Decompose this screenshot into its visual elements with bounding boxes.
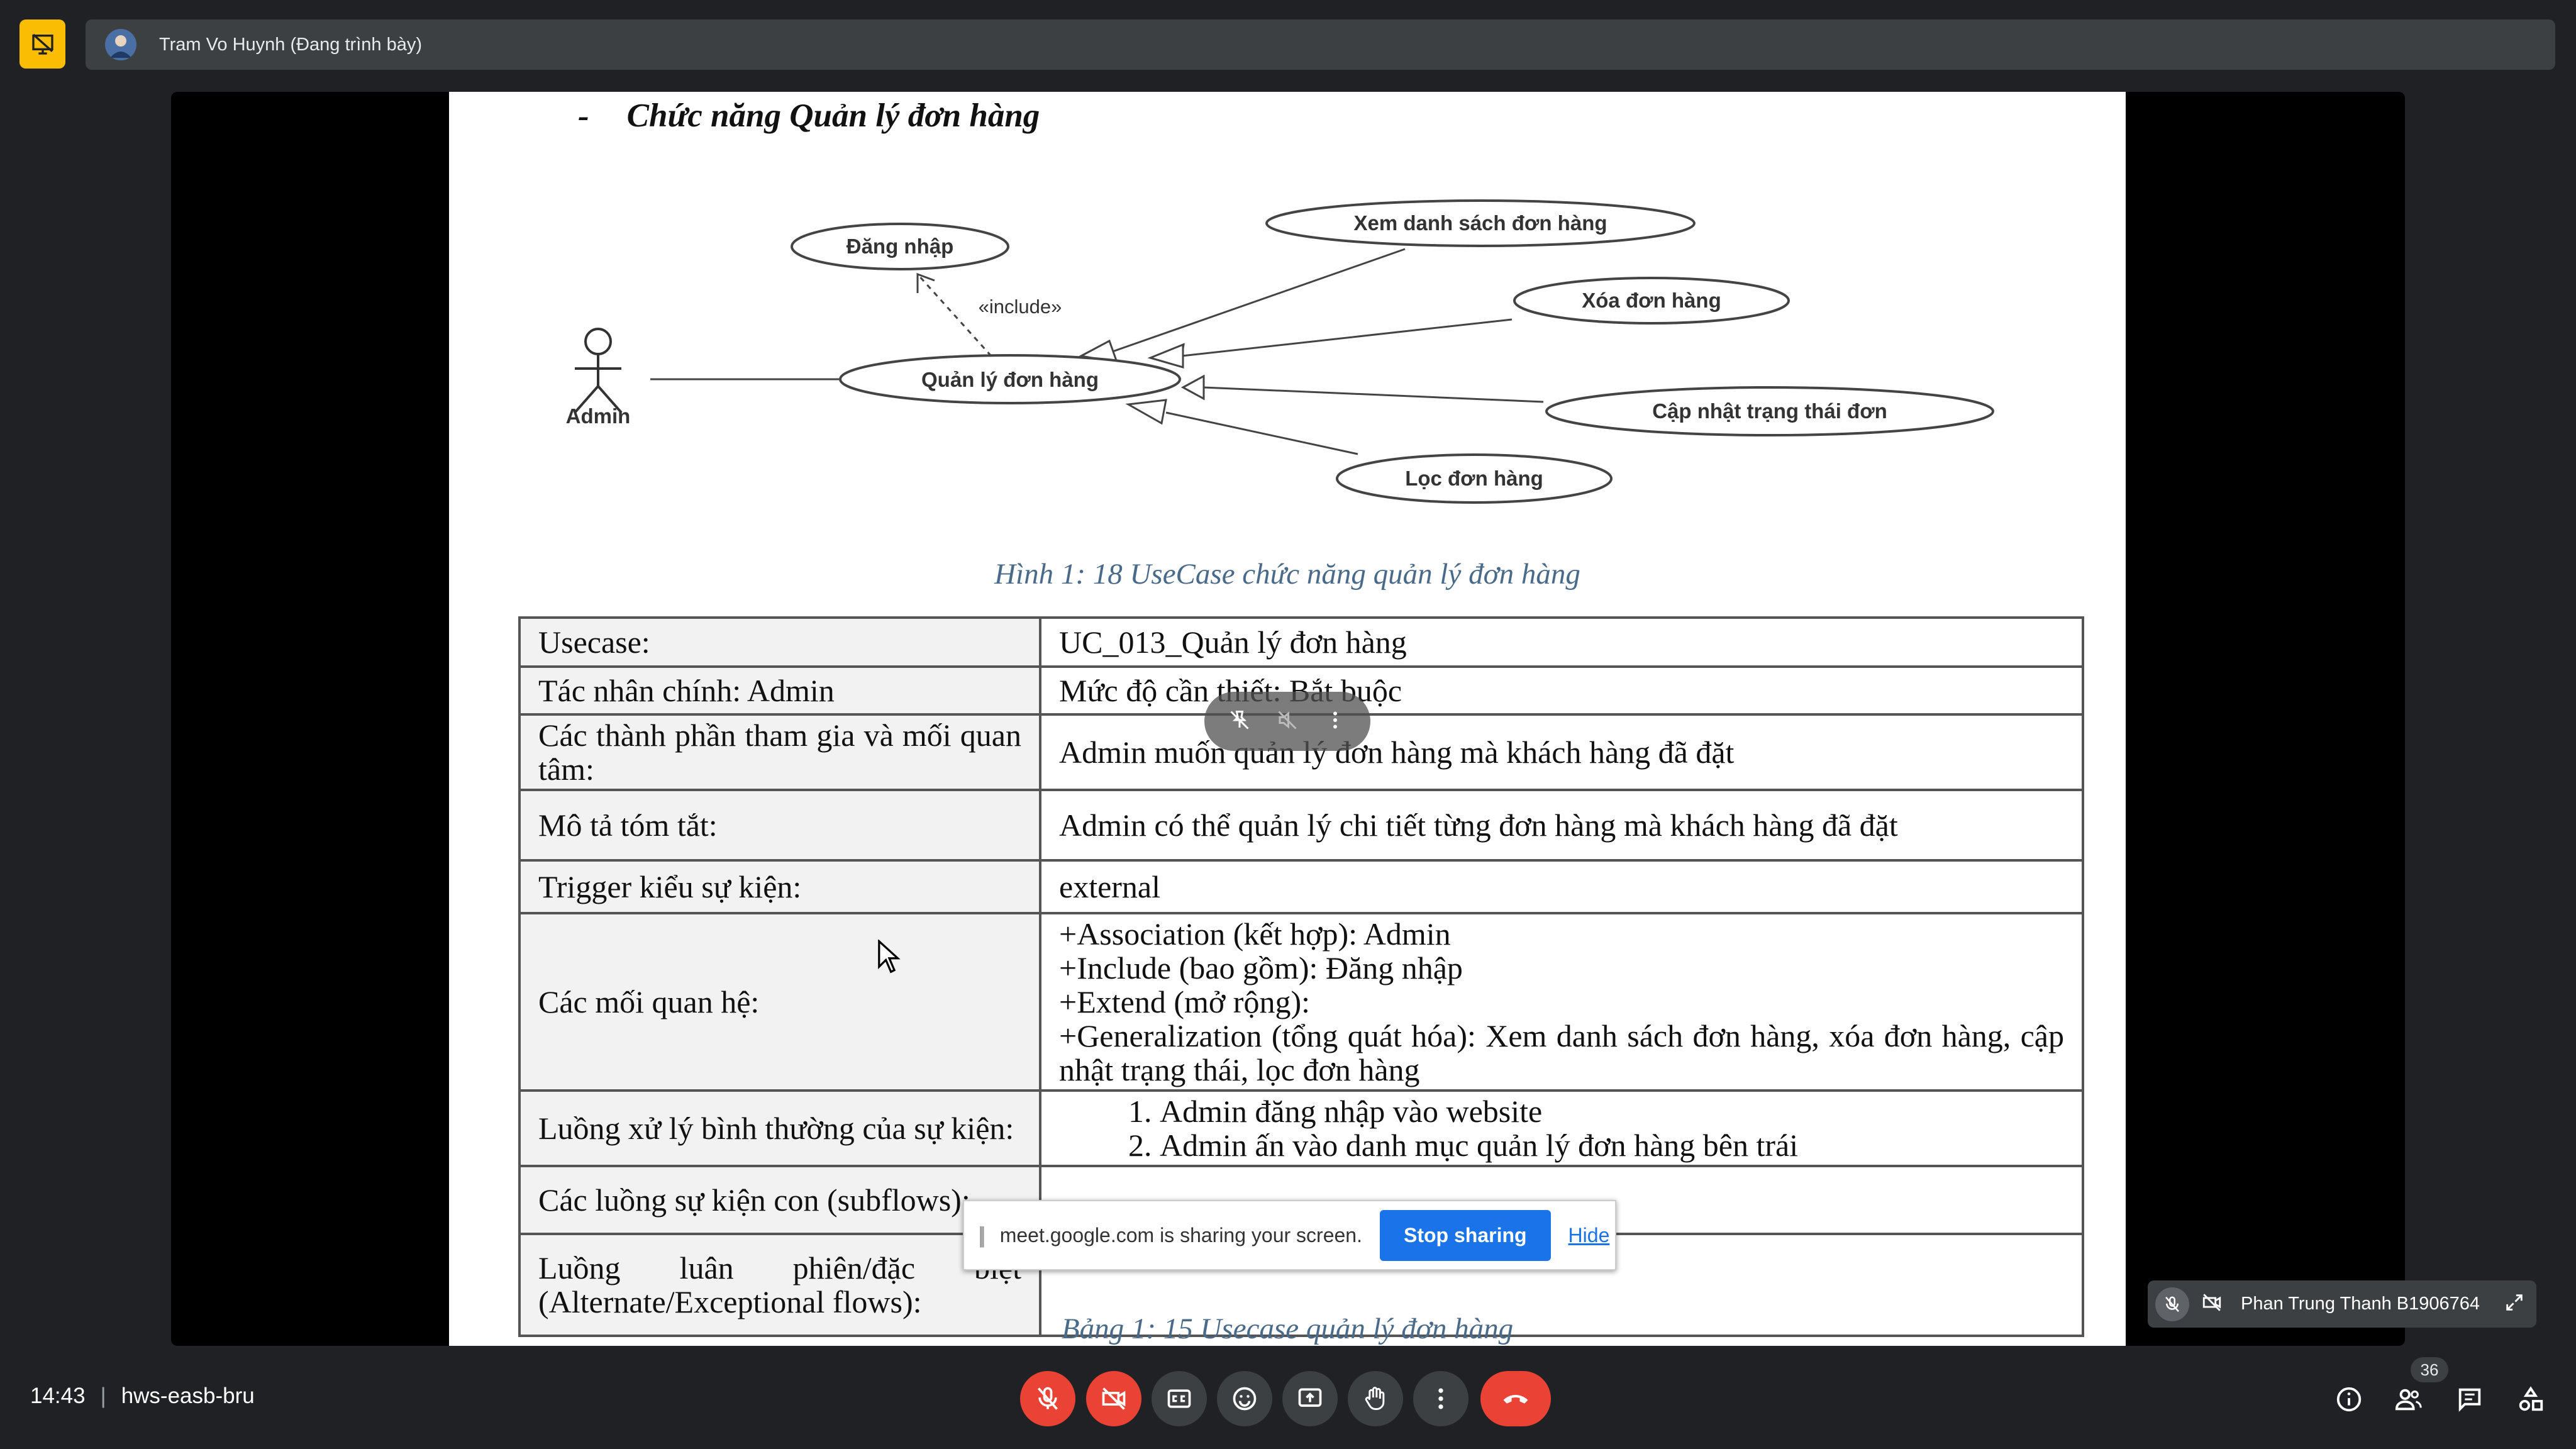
relation-line: +Include (bao gồm): Đăng nhập	[1059, 950, 1463, 985]
activities-shapes-icon	[2519, 1386, 2543, 1411]
expand-tile-button[interactable]	[2504, 1292, 2525, 1316]
captions-button[interactable]	[1152, 1371, 1207, 1426]
mic-toggle-button[interactable]	[1020, 1371, 1075, 1426]
camera-toggle-button[interactable]	[1086, 1371, 1141, 1426]
stop-sharing-button[interactable]: Stop sharing	[1379, 1209, 1551, 1261]
hide-link[interactable]: Hide	[1568, 1224, 1610, 1247]
participant-mic-off	[2155, 1287, 2189, 1321]
meeting-details-button[interactable]	[2330, 1380, 2368, 1418]
meeting-code: hws-easb-bru	[121, 1384, 255, 1408]
volume-off-icon	[1278, 710, 1297, 730]
usecase-dang-nhap: Đăng nhập	[847, 235, 954, 258]
info-icon	[2336, 1387, 2362, 1412]
include-label: «include»	[979, 296, 1062, 318]
generalization-arrows	[1078, 248, 1544, 455]
row-value-lines: +Association (kết hợp): Admin +Include (…	[1039, 912, 2084, 1092]
row-value: Admin có thể quản lý chi tiết từng đơn h…	[1039, 789, 2084, 862]
usecase-xoa-don-hang: Xóa đơn hàng	[1582, 289, 1721, 312]
people-icon	[2395, 1389, 2422, 1411]
expand-icon	[2506, 1294, 2523, 1311]
activities-button[interactable]	[2512, 1380, 2550, 1418]
participant-name: Phan Trung Thanh B1906764	[2241, 1294, 2480, 1314]
usecase-xem-danh-sach: Xem danh sách đơn hàng	[1353, 211, 1607, 235]
meeting-info: 14:43 | hws-easb-bru	[30, 1384, 255, 1409]
participant-count-badge: 36	[2411, 1357, 2448, 1382]
more-options-button[interactable]	[1324, 709, 1346, 735]
table-row: Trigger kiểu sự kiện: external	[518, 859, 2084, 914]
separator: |	[100, 1384, 106, 1408]
table-row: Usecase: UC_013_Quản lý đơn hàng	[518, 616, 2084, 668]
relation-line: +Extend (mở rộng):	[1059, 984, 1310, 1019]
table-row: Các mối quan hệ: +Association (kết hợp):…	[518, 912, 2084, 1092]
usecase-loc-don-hang: Lọc đơn hàng	[1405, 467, 1543, 490]
presentation-indicator-button[interactable]	[19, 19, 65, 69]
row-label: Luồng xử lý bình thường của sự kiện:	[518, 1089, 1041, 1167]
present-screen-icon	[1298, 1388, 1322, 1407]
usecase-quan-ly-don-hang: Quản lý đơn hàng	[921, 368, 1099, 391]
screen-sharing-banner: || meet.google.com is sharing your scree…	[963, 1200, 1616, 1270]
pin-off-icon	[1230, 710, 1249, 730]
hang-up-icon	[1503, 1395, 1528, 1404]
row-label: Mô tả tóm tắt:	[518, 789, 1041, 862]
reactions-button[interactable]	[1217, 1371, 1272, 1426]
sharing-message: meet.google.com is sharing your screen.	[999, 1223, 1362, 1246]
participant-tile[interactable]: Phan Trung Thanh B1906764	[2148, 1280, 2536, 1328]
row-value: external	[1039, 859, 2084, 914]
avatar-icon	[105, 29, 136, 60]
people-button[interactable]	[2390, 1380, 2428, 1418]
presenter-avatar	[105, 29, 136, 60]
camera-off-icon	[1102, 1387, 1126, 1410]
chat-icon	[2458, 1388, 2481, 1412]
actor-figure	[574, 328, 623, 414]
step-item: Admin đăng nhập vào website	[1160, 1094, 2064, 1128]
row-label: Trigger kiểu sự kiện:	[518, 859, 1041, 914]
actor-label: Admin	[566, 404, 631, 428]
emoji-icon	[1233, 1387, 1257, 1411]
chat-button[interactable]	[2451, 1380, 2489, 1418]
mic-off-icon	[2165, 1296, 2179, 1312]
presentation-mini-controls	[1204, 692, 1370, 751]
drag-handle[interactable]: ||	[978, 1222, 985, 1248]
more-vert-icon	[1333, 711, 1337, 728]
more-vert-icon	[1438, 1388, 1443, 1409]
presenter-bar[interactable]: Tram Vo Huynh (Đang trình bày)	[86, 19, 2555, 70]
relation-line: +Association (kết hợp): Admin	[1059, 916, 1451, 952]
presentation-off-icon	[31, 33, 53, 55]
mouse-cursor-icon	[878, 940, 901, 974]
figure-caption: Hình 1: 18 UseCase chức năng quản lý đơn…	[994, 558, 1580, 591]
present-now-button[interactable]	[1282, 1371, 1338, 1426]
row-label: Các thành phần tham gia và mối quan tâm:	[518, 713, 1041, 791]
table-row: Luồng xử lý bình thường của sự kiện: Adm…	[518, 1089, 2084, 1167]
presenter-title: Tram Vo Huynh (Đang trình bày)	[159, 34, 422, 55]
mic-off-icon	[1037, 1387, 1058, 1410]
row-value-steps: Admin đăng nhập vào website Admin ấn vào…	[1039, 1089, 2084, 1167]
more-options-button[interactable]	[1413, 1371, 1468, 1426]
hand-icon	[1365, 1387, 1385, 1410]
closed-captions-icon	[1167, 1389, 1191, 1408]
participant-camera-off	[2199, 1292, 2224, 1316]
table-row: Mô tả tóm tắt: Admin có thể quản lý chi …	[518, 789, 2084, 862]
usecase-cap-nhat-trang-thai: Cập nhật trạng thái đơn	[1652, 399, 1887, 423]
row-label: Các luồng sự kiện con (subflows):	[518, 1165, 1041, 1235]
row-value: Admin muốn quản lý đơn hàng mà khách hàn…	[1039, 713, 2084, 791]
pin-off-button[interactable]	[1228, 709, 1251, 735]
usecase-ellipses	[791, 199, 1994, 504]
row-label: Các mối quan hệ:	[518, 912, 1041, 1092]
row-label: Tác nhân chính: Admin	[518, 665, 1041, 716]
table-caption: Bảng 1: 15 Usecase quản lý đơn hàng	[1061, 1313, 1514, 1345]
row-value: Mức độ cần thiết: Bắt buộc	[1039, 665, 2084, 716]
clock-time: 14:43	[30, 1384, 86, 1408]
leave-call-button[interactable]	[1480, 1371, 1551, 1426]
step-item: Admin ấn vào danh mục quản lý đơn hàng b…	[1160, 1128, 2064, 1162]
mute-presentation-button[interactable]	[1276, 709, 1299, 735]
camera-off-icon	[2202, 1294, 2221, 1311]
row-value: UC_013_Quản lý đơn hàng	[1039, 616, 2084, 668]
relation-line: +Generalization (tổng quát hóa): Xem dan…	[1059, 1018, 2064, 1087]
raise-hand-button[interactable]	[1348, 1371, 1403, 1426]
row-label: Usecase:	[518, 616, 1041, 668]
